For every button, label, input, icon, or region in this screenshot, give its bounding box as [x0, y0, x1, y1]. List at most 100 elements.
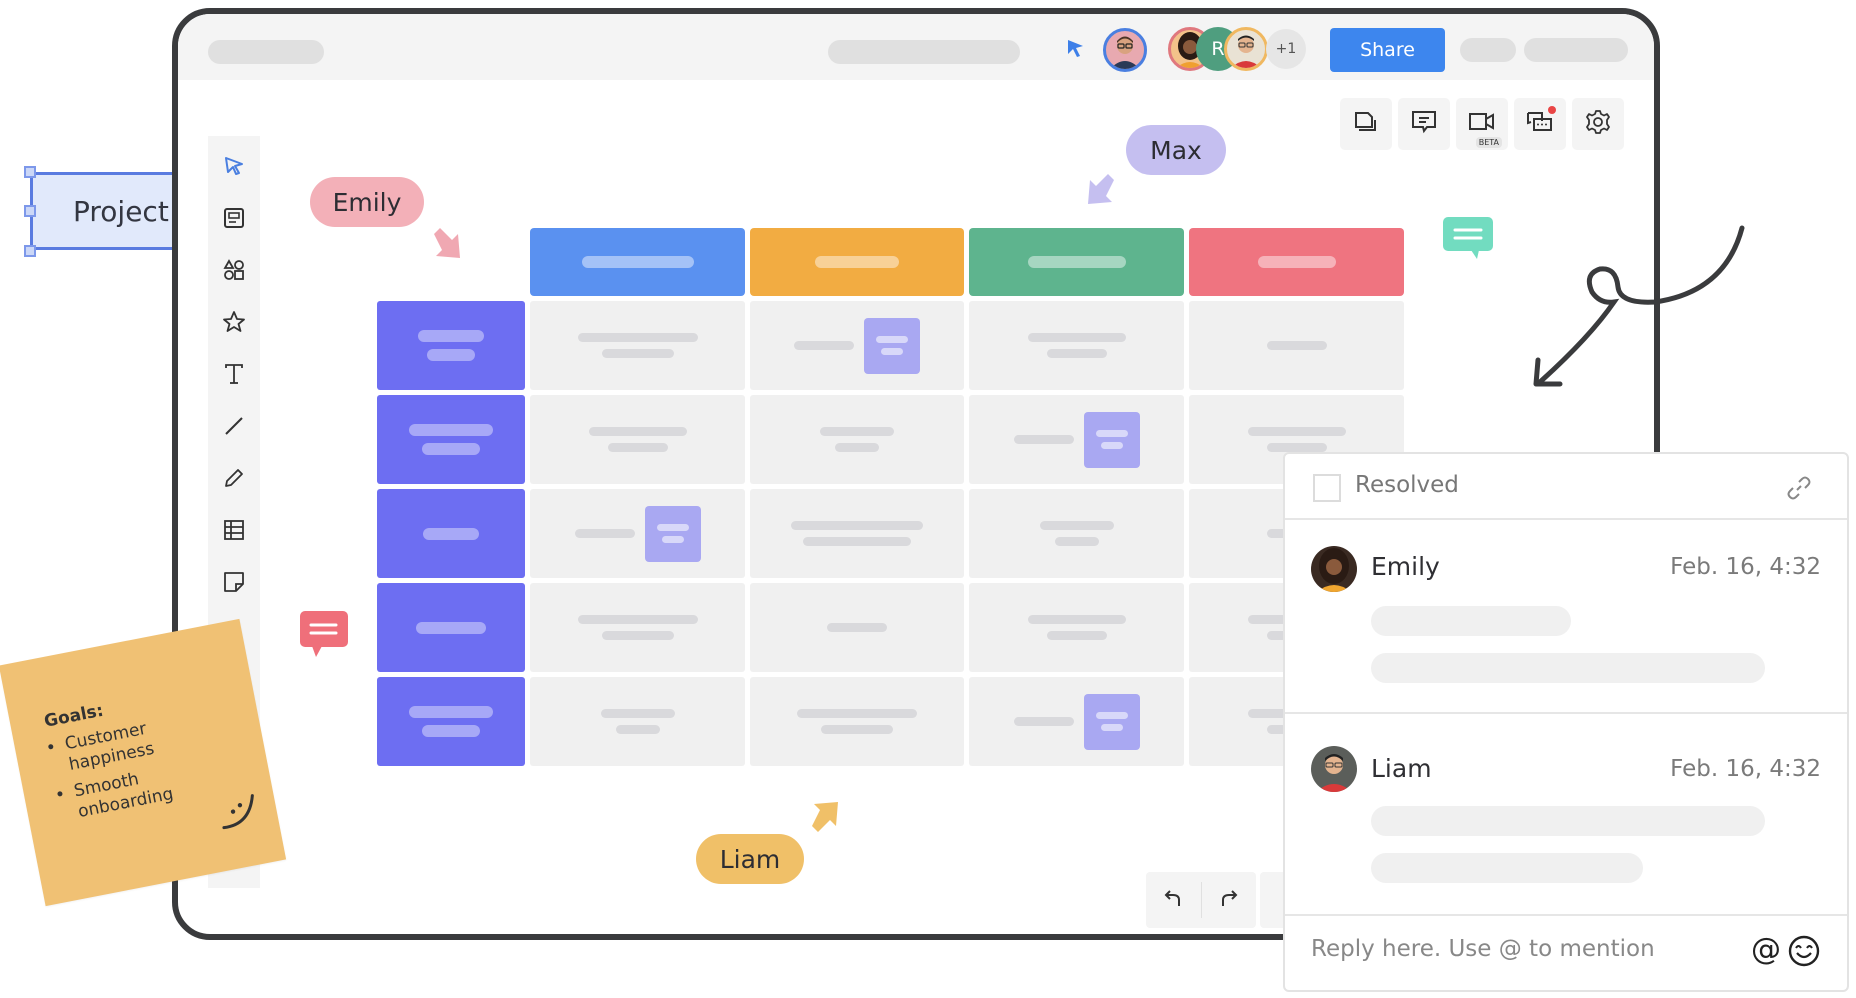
tool-table[interactable]: [208, 506, 260, 558]
tool-line[interactable]: [208, 402, 260, 454]
resize-handle-middle[interactable]: [24, 205, 36, 217]
column-header[interactable]: [530, 228, 745, 296]
reply-input[interactable]: Reply here. Use @ to mention: [1311, 929, 1731, 969]
grid-cell[interactable]: [530, 301, 745, 390]
comments-button[interactable]: [1398, 98, 1450, 150]
resolved-checkbox[interactable]: [1313, 474, 1341, 502]
resize-handle-bottom[interactable]: [24, 245, 36, 257]
board-title-placeholder: [208, 40, 324, 64]
collaborator-avatar-liam[interactable]: [1224, 27, 1268, 71]
top-bar: R +1 Share: [178, 14, 1654, 80]
comment-avatar-emily: [1311, 546, 1357, 592]
tool-template[interactable]: [208, 194, 260, 246]
pages-button[interactable]: [1340, 98, 1392, 150]
comment-bubble-green-icon[interactable]: [1443, 217, 1493, 266]
sticky-card[interactable]: [864, 317, 920, 374]
comment-bubble-red-icon[interactable]: [300, 611, 350, 664]
settings-button[interactable]: [1572, 98, 1624, 150]
row-header[interactable]: [377, 677, 525, 766]
undo-icon: [1162, 888, 1184, 913]
share-button[interactable]: Share: [1330, 28, 1445, 72]
grid-cell[interactable]: [530, 489, 745, 578]
tool-pen[interactable]: [208, 454, 260, 506]
sticky-card[interactable]: [1083, 411, 1140, 468]
grid-cell[interactable]: [530, 677, 745, 766]
grid-column-headers: [530, 228, 1404, 296]
menu-placeholder[interactable]: [1460, 38, 1516, 62]
table-icon: [223, 519, 245, 546]
shapes-icon: [223, 258, 245, 286]
resize-handle-top[interactable]: [24, 166, 36, 178]
sticky-card[interactable]: [1083, 693, 1140, 750]
tool-select[interactable]: [208, 142, 260, 194]
tool-text[interactable]: [208, 350, 260, 402]
pen-icon: [223, 467, 245, 494]
grid-cell[interactable]: [969, 677, 1184, 766]
row-header[interactable]: [377, 301, 525, 390]
mention-icon[interactable]: @: [1751, 932, 1781, 967]
cursor-name: Liam: [719, 844, 781, 874]
project-shape[interactable]: Project: [30, 172, 180, 250]
link-icon[interactable]: [1785, 474, 1813, 506]
column-header[interactable]: [1189, 228, 1404, 296]
column-header[interactable]: [969, 228, 1184, 296]
comment-icon: [1411, 110, 1437, 139]
sticky-note-icon: [223, 571, 245, 598]
row-header[interactable]: [377, 395, 525, 484]
notification-dot: [1548, 106, 1556, 114]
resolved-label: Resolved: [1355, 472, 1459, 498]
copy-icon: [1353, 110, 1379, 139]
table-row: [377, 489, 1404, 578]
grid-cell[interactable]: [969, 301, 1184, 390]
curly-arrow-icon: [1530, 222, 1760, 407]
project-label: Project: [73, 194, 169, 228]
gear-icon: [1585, 109, 1611, 140]
video-button[interactable]: BETA: [1456, 98, 1508, 150]
goals-sticky-note[interactable]: Goals: Customer happiness Smooth onboard…: [0, 618, 287, 907]
comment-text-placeholder: [1371, 853, 1643, 883]
redo-button[interactable]: [1202, 872, 1257, 928]
more-collaborators-badge[interactable]: +1: [1266, 29, 1306, 69]
cursor-label-liam: Liam: [696, 834, 804, 884]
comment-panel: Resolved Emily Feb. 16, 4:32 Liam Feb. 1…: [1283, 452, 1849, 992]
tool-shapes[interactable]: [208, 246, 260, 298]
table-row: [377, 677, 1404, 766]
tool-star[interactable]: [208, 298, 260, 350]
comment-time: Feb. 16, 4:32: [1670, 554, 1821, 580]
max-cursor-arrow-icon: [1082, 172, 1118, 213]
comment-author: Emily: [1371, 552, 1440, 581]
grid-body: [377, 301, 1404, 766]
tool-sticky-note[interactable]: [208, 558, 260, 610]
breadcrumb-placeholder: [828, 40, 1020, 64]
line-icon: [223, 415, 245, 442]
sticky-card[interactable]: [644, 505, 701, 562]
grid-cell[interactable]: [750, 395, 964, 484]
grid-cell[interactable]: [969, 395, 1184, 484]
current-user-avatar[interactable]: [1103, 28, 1147, 72]
beta-badge: BETA: [1475, 137, 1502, 148]
grid-cell[interactable]: [750, 301, 964, 390]
cursor-icon: [223, 155, 245, 182]
grid-cell[interactable]: [530, 395, 745, 484]
comment-text-placeholder: [1371, 653, 1765, 683]
comment-text-placeholder: [1371, 606, 1571, 636]
table-row: [377, 583, 1404, 672]
grid-cell[interactable]: [1189, 301, 1404, 390]
grid-cell[interactable]: [969, 583, 1184, 672]
grid-cell[interactable]: [969, 489, 1184, 578]
account-placeholder[interactable]: [1524, 38, 1628, 62]
grid-cell[interactable]: [750, 489, 964, 578]
redo-icon: [1218, 888, 1240, 913]
comment-text-placeholder: [1371, 806, 1765, 836]
pointer-cursor-icon: [1066, 38, 1086, 65]
grid-cell[interactable]: [750, 583, 964, 672]
grid-cell[interactable]: [530, 583, 745, 672]
chat-button[interactable]: [1514, 98, 1566, 150]
grid-cell[interactable]: [750, 677, 964, 766]
liam-cursor-arrow-icon: [808, 798, 844, 839]
undo-button[interactable]: [1146, 882, 1202, 918]
row-header[interactable]: [377, 583, 525, 672]
column-header[interactable]: [750, 228, 964, 296]
emoji-icon[interactable]: [1787, 934, 1821, 972]
row-header[interactable]: [377, 489, 525, 578]
